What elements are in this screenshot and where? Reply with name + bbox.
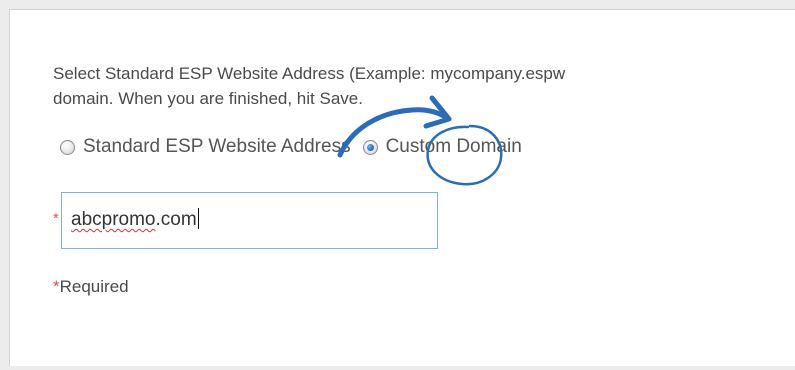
required-note-asterisk: *	[53, 277, 60, 296]
address-type-radio-group: Standard ESP Website Address Custom Doma…	[60, 136, 522, 158]
required-note-text: Required	[59, 277, 129, 296]
radio-option-standard-address[interactable]: Standard ESP Website Address	[60, 136, 351, 158]
radio-custom-domain[interactable]	[362, 139, 378, 155]
instructions-line-1: Select Standard ESP Website Address (Exa…	[53, 64, 566, 83]
instructions-text: Select Standard ESP Website Address (Exa…	[53, 61, 795, 111]
radio-standard-address-label: Standard ESP Website Address	[83, 136, 351, 157]
radio-standard-address[interactable]	[60, 139, 75, 155]
required-asterisk: *	[53, 210, 59, 227]
custom-domain-input[interactable]	[61, 192, 438, 249]
instructions-line-2: domain. When you are finished, hit Save.	[53, 89, 363, 108]
radio-option-custom-domain[interactable]: Custom Domain	[362, 136, 522, 158]
required-note: *Required	[53, 277, 129, 297]
radio-custom-domain-label: Custom Domain	[385, 136, 522, 157]
